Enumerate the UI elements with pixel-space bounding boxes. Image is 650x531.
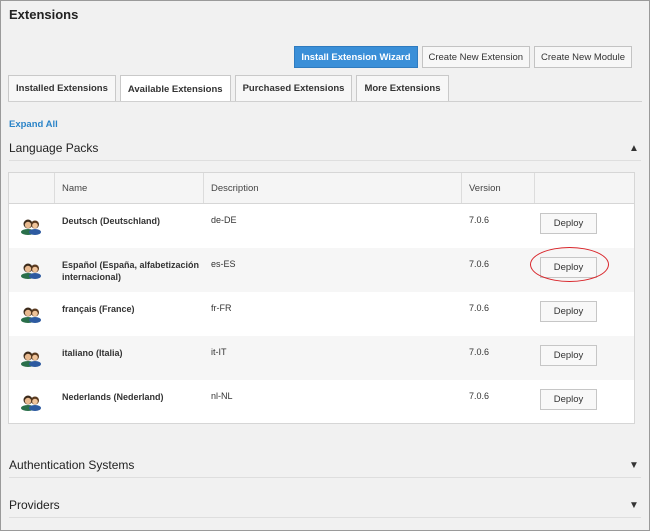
column-header-name: Name [55, 173, 204, 203]
extension-name: Deutsch (Deutschland) [62, 216, 161, 226]
deploy-button[interactable]: Deploy [540, 389, 597, 410]
tab-available-extensions[interactable]: Available Extensions [119, 75, 231, 102]
chevron-down-icon[interactable]: ▼ [627, 460, 641, 471]
section-title: Providers [9, 498, 60, 512]
table-row: français (France) fr-FR 7.0.6 Deploy [9, 292, 634, 336]
extension-version: 7.0.6 [469, 215, 490, 225]
extension-name: Español (España, alfabetización internac… [62, 260, 200, 282]
toolbar: Install Extension Wizard Create New Exte… [294, 46, 632, 68]
column-header-icon [9, 173, 55, 203]
column-header-action [535, 173, 634, 203]
deploy-button[interactable]: Deploy [540, 213, 597, 234]
table-row: Español (España, alfabetización internac… [9, 247, 634, 292]
language-pack-icon [21, 307, 41, 323]
tab-more-extensions[interactable]: More Extensions [356, 75, 449, 101]
create-new-module-button[interactable]: Create New Module [534, 46, 632, 68]
extension-description: es-ES [211, 259, 236, 269]
column-header-description: Description [204, 173, 462, 203]
language-pack-icon [21, 351, 41, 367]
extension-description: fr-FR [211, 303, 232, 313]
table-row: italiano (Italia) it-IT 7.0.6 Deploy [9, 336, 634, 380]
section-title: Language Packs [9, 141, 99, 155]
language-pack-icon [21, 263, 41, 279]
page-title: Extensions [9, 7, 79, 22]
extension-name: italiano (Italia) [62, 348, 123, 358]
expand-all-link[interactable]: Expand All [9, 119, 58, 130]
extension-name: Nederlands (Nederland) [62, 392, 164, 402]
chevron-down-icon[interactable]: ▼ [627, 500, 641, 511]
table-header: Name Description Version [9, 173, 634, 204]
extension-version: 7.0.6 [469, 391, 490, 401]
create-new-extension-button[interactable]: Create New Extension [421, 46, 531, 68]
install-extension-wizard-button[interactable]: Install Extension Wizard [294, 46, 418, 68]
extension-description: de-DE [211, 215, 237, 225]
extension-description: it-IT [211, 347, 227, 357]
extension-version: 7.0.6 [469, 259, 490, 269]
section-language-packs[interactable]: Language Packs ▲ [9, 136, 641, 161]
chevron-up-icon[interactable]: ▲ [627, 143, 641, 154]
language-packs-table: Name Description Version Deutsch (Deutsc… [8, 172, 635, 424]
tab-divider [8, 101, 642, 102]
section-authentication-systems[interactable]: Authentication Systems ▼ [9, 453, 641, 478]
tab-installed-extensions[interactable]: Installed Extensions [8, 75, 116, 101]
highlight-circle [530, 247, 609, 282]
extensions-window: Extensions Install Extension Wizard Crea… [0, 0, 650, 531]
section-title: Authentication Systems [9, 458, 135, 472]
extension-description: nl-NL [211, 391, 233, 401]
language-pack-icon [21, 395, 41, 411]
extension-tabs: Installed Extensions Available Extension… [8, 75, 449, 102]
deploy-button[interactable]: Deploy [540, 345, 597, 366]
section-providers[interactable]: Providers ▼ [9, 493, 641, 518]
table-row: Deutsch (Deutschland) de-DE 7.0.6 Deploy [9, 204, 634, 248]
tab-purchased-extensions[interactable]: Purchased Extensions [234, 75, 353, 101]
column-header-version: Version [462, 173, 535, 203]
table-row: Nederlands (Nederland) nl-NL 7.0.6 Deplo… [9, 380, 634, 424]
language-pack-icon [21, 219, 41, 235]
extension-version: 7.0.6 [469, 303, 490, 313]
deploy-button[interactable]: Deploy [540, 301, 597, 322]
extension-name: français (France) [62, 304, 135, 314]
extension-version: 7.0.6 [469, 347, 490, 357]
